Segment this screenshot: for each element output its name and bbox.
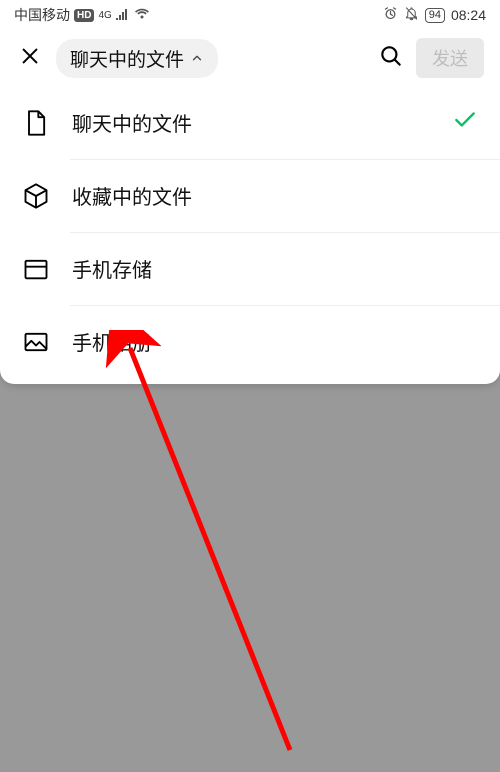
search-button[interactable] [378, 43, 404, 74]
image-icon [22, 328, 50, 356]
carrier-label: 中国移动 [14, 5, 70, 25]
send-button[interactable]: 发送 [416, 38, 484, 78]
annotation-arrow [100, 330, 360, 770]
dropdown-label: 聊天中的文件 [70, 45, 184, 72]
menu-item-phone-album[interactable]: 手机相册 [0, 305, 500, 378]
menu-item-phone-storage[interactable]: 手机存储 [0, 232, 500, 305]
menu-item-label: 手机存储 [72, 254, 478, 283]
battery-icon: 94 [425, 8, 445, 23]
menu-item-label: 收藏中的文件 [72, 181, 478, 210]
chevron-up-icon [190, 51, 204, 65]
wifi-icon [134, 7, 150, 23]
search-icon [378, 43, 404, 69]
close-icon [19, 45, 41, 67]
alarm-icon [383, 6, 398, 24]
mute-icon [404, 6, 419, 24]
menu-item-favorites[interactable]: 收藏中的文件 [0, 159, 500, 232]
menu-item-label: 聊天中的文件 [72, 108, 452, 137]
network-label: 4G [98, 10, 111, 21]
header: 聊天中的文件 发送 [0, 30, 500, 86]
status-bar: 中国移动 HD 4G 94 08:24 [0, 0, 500, 30]
folder-icon [22, 255, 50, 283]
source-menu: 聊天中的文件 收藏中的文件 手机存储 手机相册 [0, 86, 500, 384]
hd-badge: HD [74, 9, 94, 22]
menu-item-label: 手机相册 [72, 327, 478, 356]
cube-icon [22, 182, 50, 210]
close-button[interactable] [16, 45, 44, 72]
signal-icon [116, 7, 130, 23]
check-icon [452, 107, 478, 138]
document-icon [22, 109, 50, 137]
time-label: 08:24 [451, 7, 486, 23]
menu-item-chat-files[interactable]: 聊天中的文件 [0, 86, 500, 159]
source-dropdown[interactable]: 聊天中的文件 [56, 39, 218, 78]
